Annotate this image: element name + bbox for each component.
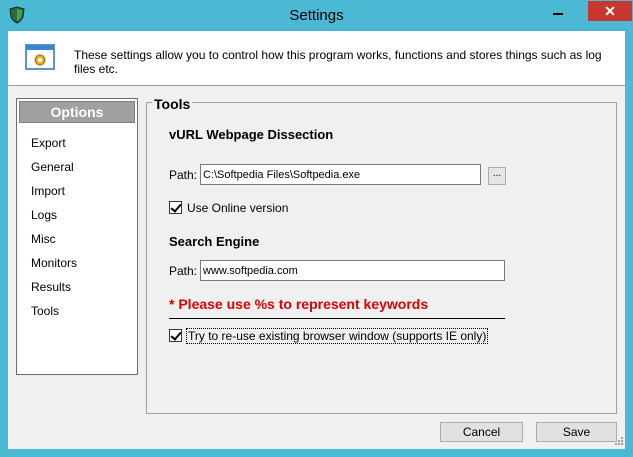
info-banner: These settings allow you to control how … [8,31,625,86]
use-online-label: Use Online version [187,201,289,215]
reuse-window-checkbox[interactable] [169,329,182,342]
browse-button[interactable]: ... [488,167,506,185]
tools-group-title: Tools [152,96,193,112]
options-header: Options [19,101,135,123]
options-list[interactable]: Options Export General Import Logs Misc … [16,98,138,375]
options-item-logs[interactable]: Logs [31,208,57,222]
title-bar[interactable]: Settings ✕ [0,0,633,30]
vurl-section-title: vURL Webpage Dissection [169,127,334,142]
options-item-import[interactable]: Import [31,184,65,198]
save-button[interactable]: Save [536,422,617,442]
use-online-checkbox[interactable] [169,201,182,214]
vurl-path-label: Path: [169,168,198,182]
settings-window: Settings ✕ These settings allow you to c… [0,0,633,457]
options-item-results[interactable]: Results [31,280,71,294]
search-engine-section-title: Search Engine [169,234,260,249]
reuse-window-label: Try to re-use existing browser window (s… [186,328,489,344]
options-item-general[interactable]: General [31,160,74,174]
options-item-tools[interactable]: Tools [31,304,59,318]
search-path-label: Path: [169,264,198,278]
cancel-button[interactable]: Cancel [440,422,523,442]
minimize-button[interactable] [545,2,571,22]
search-path-input[interactable] [200,260,505,281]
resize-grip-icon[interactable] [612,436,624,448]
options-item-monitors[interactable]: Monitors [31,256,77,270]
banner-description: These settings allow you to control how … [74,48,602,76]
dialog-client-area: These settings allow you to control how … [8,31,625,449]
vurl-path-input[interactable] [200,164,481,185]
options-item-misc[interactable]: Misc [31,232,56,246]
window-title: Settings [289,7,344,24]
tools-group: Tools vURL Webpage Dissection Path: ... … [146,96,617,414]
options-item-export[interactable]: Export [31,136,66,150]
close-button[interactable]: ✕ [588,1,632,21]
keyword-warning: * Please use %s to represent keywords [169,296,429,312]
settings-window-icon [25,44,55,70]
section-divider [169,318,505,319]
